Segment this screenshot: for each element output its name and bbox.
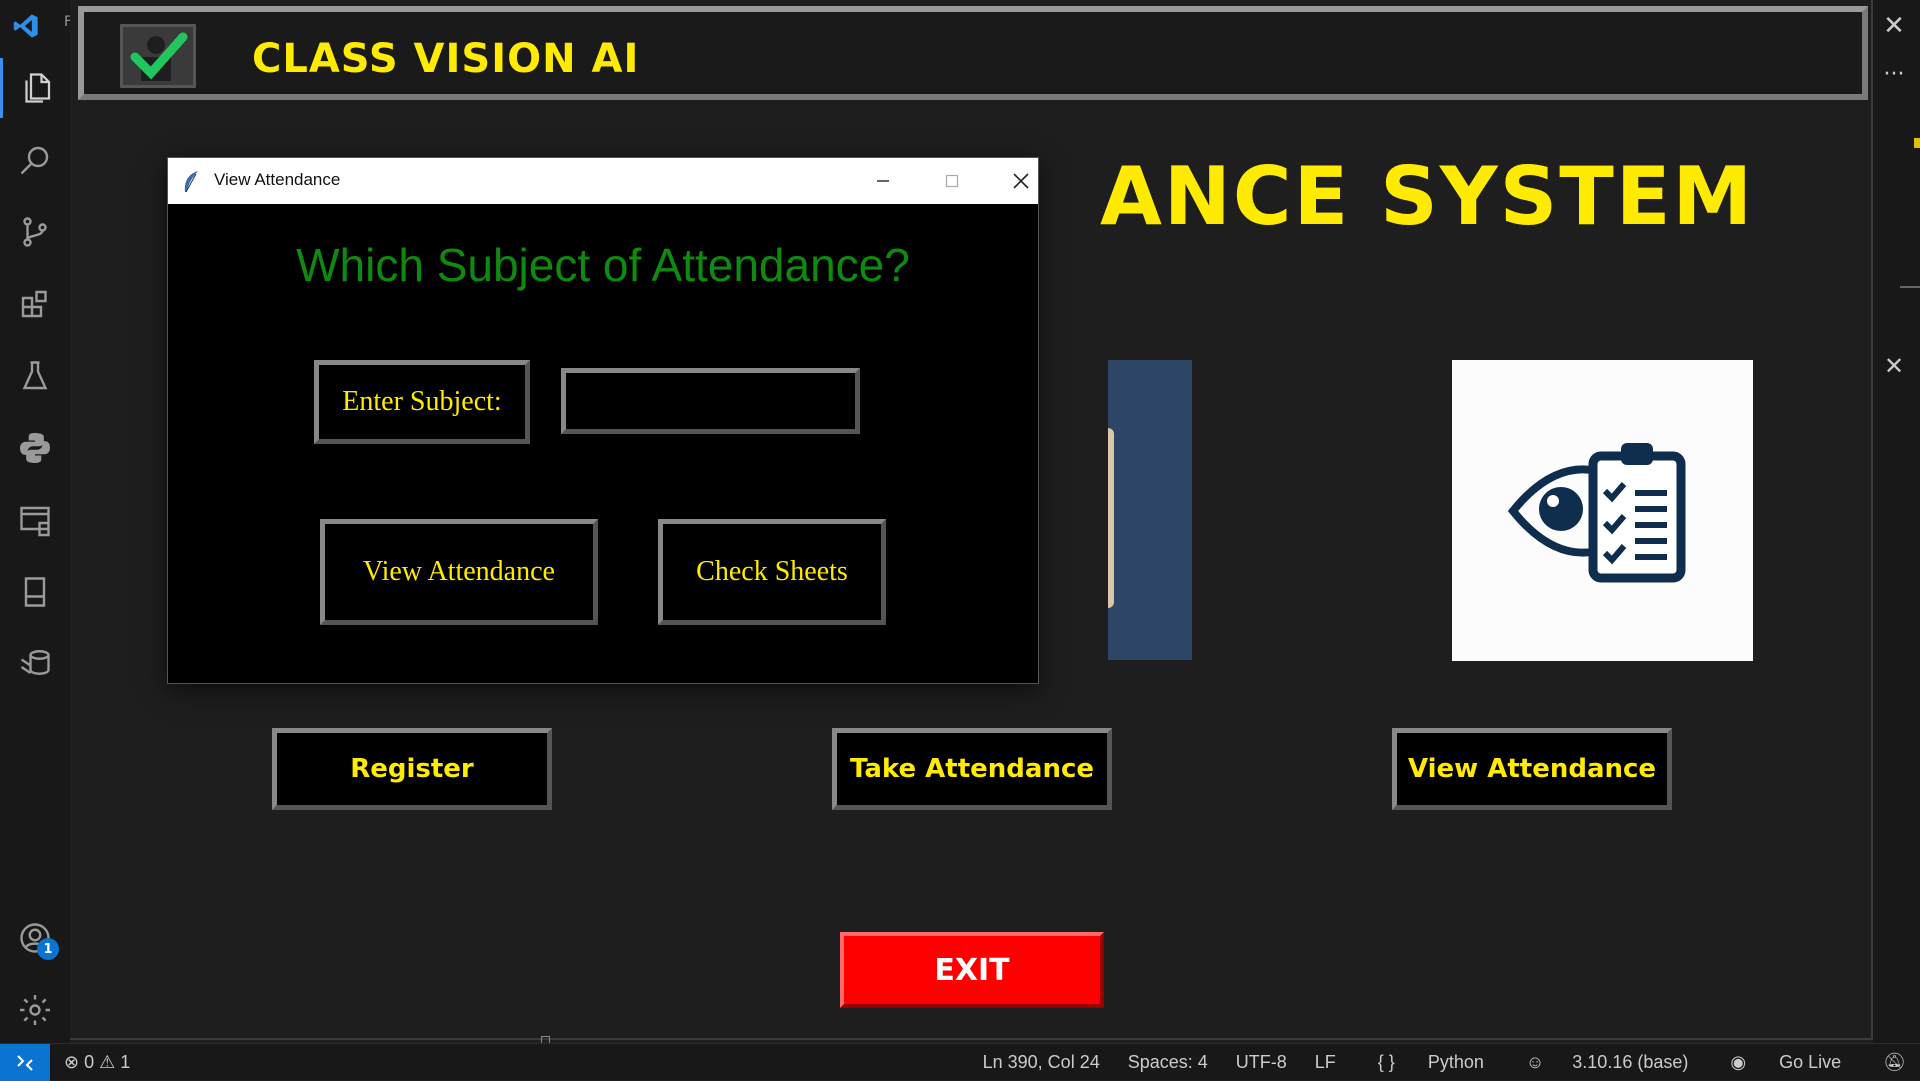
remote-indicator-icon[interactable] [0,1044,50,1081]
indentation[interactable]: Spaces: 4 [1128,1052,1208,1073]
cursor-position[interactable]: Ln 390, Col 24 [983,1052,1100,1073]
view-attendance-dialog: View Attendance Which Subject of Attenda… [167,157,1039,684]
dialog-titlebar[interactable]: View Attendance [168,158,1038,204]
scroll-marker [1900,286,1920,288]
encoding[interactable]: UTF-8 [1236,1052,1287,1073]
close-panel-icon[interactable]: ✕ [1876,350,1912,382]
attendance-check-icon [120,24,196,88]
view-attendance-image [1452,360,1753,661]
search-icon[interactable] [0,130,70,190]
more-actions-icon[interactable]: ··· [1876,62,1912,87]
error-count: 0 [84,1052,95,1072]
account-badge: 1 [37,938,59,960]
database-icon[interactable] [0,634,70,694]
extensions-icon[interactable] [0,274,70,334]
status-bar-right: Ln 390, Col 24 Spaces: 4 UTF-8 LF { } Py… [969,1044,1920,1081]
app-title: CLASS VISION AI [252,36,640,82]
source-control-icon[interactable] [0,202,70,262]
scroll-marker [1914,138,1920,148]
notifications-muted-icon[interactable]: 🔕︎ [1883,1052,1906,1073]
feather-icon [184,171,198,193]
eye-clipboard-icon [1507,442,1685,582]
take-attendance-image [1108,360,1192,660]
enter-subject-label: Enter Subject: [314,360,530,444]
end-of-line[interactable]: LF [1315,1052,1336,1073]
title-banner: CLASS VISION AI [78,6,1868,100]
dialog-question: Which Subject of Attendance? [296,239,910,291]
account-icon[interactable] [0,908,70,968]
exit-button[interactable]: EXIT [840,932,1104,1008]
take-attendance-button[interactable]: Take Attendance [832,728,1112,810]
braces-icon: { } [1377,1052,1395,1072]
vscode-logo-icon[interactable] [12,12,40,40]
problems-indicator[interactable]: ⊗ 0 ⚠ 1 [64,1052,130,1073]
notebook-icon[interactable] [0,562,70,622]
view-attendance-button[interactable]: View Attendance [1392,728,1672,810]
check-sheets-button[interactable]: Check Sheets [658,519,886,625]
right-editor-strip [1873,0,1920,1043]
minimize-icon[interactable] [863,166,903,196]
go-live-button[interactable]: ◉ Go Live [1716,1052,1855,1073]
status-bar: ⊗ 0 ⚠ 1 Ln 390, Col 24 Spaces: 4 UTF-8 L… [0,1043,1920,1081]
error-icon: ⊗ [64,1052,80,1072]
remote-explorer-icon[interactable] [0,490,70,550]
warning-count: 1 [120,1052,131,1072]
dialog-title: View Attendance [214,170,341,189]
subject-input[interactable] [561,368,860,434]
view-attendance-dialog-button[interactable]: View Attendance [320,519,598,625]
main-heading: ANCE SYSTEM [1100,150,1755,243]
explorer-icon[interactable] [0,58,70,118]
close-icon[interactable]: ✕ [1876,10,1912,42]
testing-flask-icon[interactable] [0,346,70,406]
python-icon[interactable] [0,418,70,478]
broadcast-icon: ◉ [1730,1052,1747,1072]
register-button[interactable]: Register [272,728,552,810]
maximize-icon[interactable] [932,166,972,196]
close-icon[interactable] [1001,166,1041,196]
language-mode[interactable]: { } Python [1364,1052,1498,1073]
activity-bar: 1 [0,0,70,1043]
python-interpreter[interactable]: 3.10.16 (base) [1572,1052,1688,1073]
copilot-icon[interactable]: ☺ [1526,1052,1544,1073]
warning-icon: ⚠ [99,1052,116,1072]
take-attendance-image-edge [1108,428,1114,608]
gear-icon[interactable] [0,980,70,1040]
